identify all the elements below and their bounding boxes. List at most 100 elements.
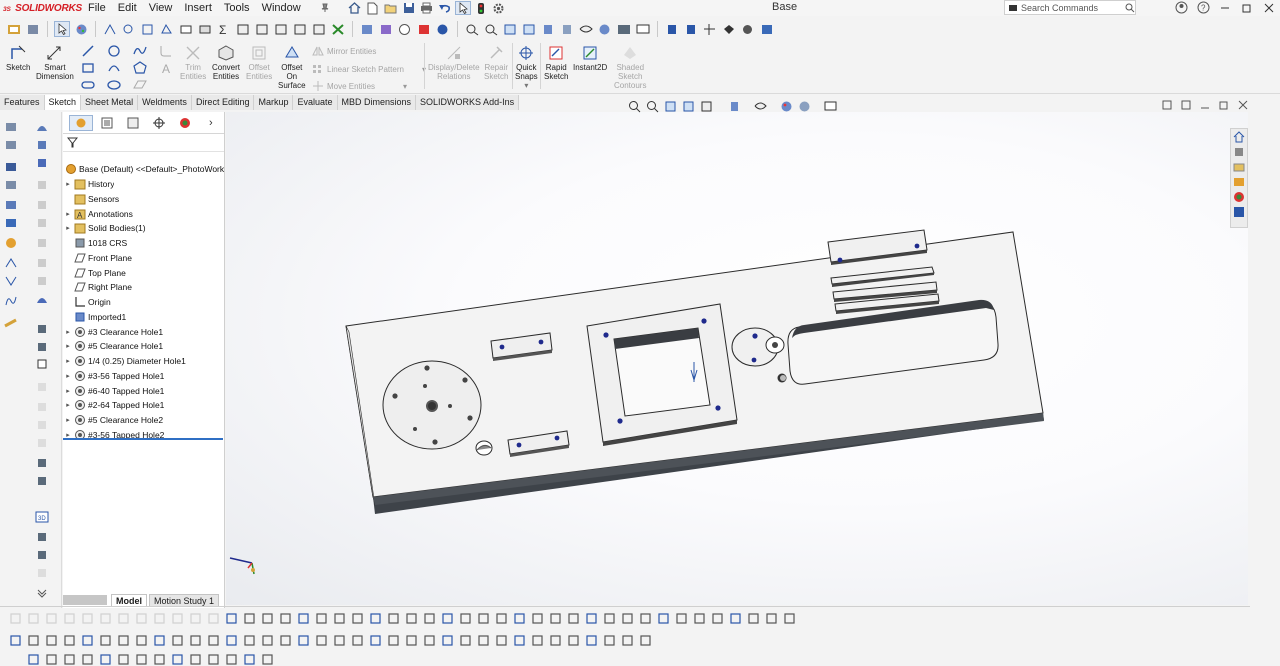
toolbar-icon[interactable] [278,611,293,626]
toolbar-icon[interactable] [235,21,251,37]
toolbar-icon[interactable] [170,652,185,666]
toolbar-icon[interactable] [721,21,737,37]
tool-icon[interactable] [34,474,50,488]
toolbar-icon[interactable] [80,611,95,626]
graphics-area[interactable] [226,112,1248,605]
toolbar-icon[interactable] [170,611,185,626]
edit-appearance-icon[interactable] [778,98,794,114]
toolbar-icon[interactable] [602,633,617,648]
tab-solidworks-add-ins[interactable]: SOLIDWORKS Add-Ins [416,95,520,110]
toolbar-icon[interactable] [188,652,203,666]
section-view-icon[interactable] [521,21,537,37]
toolbar-icon[interactable] [620,611,635,626]
toolbar-icon[interactable] [6,21,22,37]
toolbar-icon[interactable] [26,633,41,648]
linear-sketch-pattern-button[interactable]: Linear Sketch Pattern ▾ [312,64,426,74]
toolbar-icon[interactable] [224,611,239,626]
menu-insert[interactable]: Insert [178,2,218,14]
tree-root[interactable]: Base (Default) <<Default>_PhotoWorks Di [63,162,224,177]
convert-entities-button[interactable]: Convert Entities [212,44,240,81]
toolbar-icon[interactable] [656,611,671,626]
sum-icon[interactable]: Σ [216,21,232,37]
toolbar-icon[interactable] [440,633,455,648]
search-input[interactable]: Search Commands [1021,3,1125,13]
user-icon[interactable] [1170,0,1192,15]
toolbar-icon[interactable] [206,611,221,626]
toolbar-icon[interactable] [188,611,203,626]
toolbar-icon[interactable] [224,652,239,666]
search-commands[interactable]: Search Commands [1004,0,1136,15]
toolbar-icon[interactable] [330,21,346,37]
toolbar-icon[interactable] [746,611,761,626]
toolbar-icon[interactable] [702,21,718,37]
toolbar-icon[interactable] [121,21,137,37]
toolbar-icon[interactable] [242,633,257,648]
menu-view[interactable]: View [143,2,179,14]
toolbar-icon[interactable] [368,633,383,648]
tab-evaluate[interactable]: Evaluate [293,95,338,110]
toolbar-icon[interactable] [350,611,365,626]
toolbar-icon[interactable] [292,21,308,37]
tree-item[interactable]: ▸ A Annotations [63,206,224,221]
tree-item[interactable]: ▸ 1/4 (0.25) Diameter Hole1 [63,354,224,369]
toolbar-icon[interactable] [422,633,437,648]
toolbar-icon[interactable] [764,611,779,626]
tab-markup[interactable]: Markup [254,95,294,110]
toolbar-icon[interactable] [314,611,329,626]
toolbar-icon[interactable] [458,633,473,648]
toolbar-icon[interactable] [188,633,203,648]
tab-sheet-metal[interactable]: Sheet Metal [81,95,139,110]
section-view-icon[interactable] [680,98,696,114]
toolbar-icon[interactable] [314,633,329,648]
view-orientation-icon[interactable] [726,98,742,114]
tool-icon[interactable] [34,548,50,562]
expand-arrow-icon[interactable]: ▸ [63,210,73,218]
smart-dimension-button[interactable]: Smart Dimension [36,44,74,81]
expand-arrow-icon[interactable]: ▸ [63,416,73,424]
mirror-entities-button[interactable]: Mirror Entities [312,46,376,56]
trim-entities-button[interactable]: Trim Entities [180,44,206,81]
spline-icon[interactable] [132,43,148,59]
toolbar-icon[interactable] [458,611,473,626]
menu-edit[interactable]: Edit [112,2,143,14]
toolbar-icon[interactable] [44,652,59,666]
toolbar-icon[interactable] [80,652,95,666]
toolbar-icon[interactable] [512,611,527,626]
sketch-button[interactable]: Sketch [6,44,30,72]
display-style-icon[interactable] [559,21,575,37]
text-icon[interactable]: A [158,60,174,76]
expand-arrow-icon[interactable]: ▸ [63,387,73,395]
toolbar-icon[interactable] [62,652,77,666]
pin-icon[interactable] [317,1,333,15]
tree-item[interactable]: Origin [63,295,224,310]
toolbar-icon[interactable] [494,611,509,626]
tab-motion-study-1[interactable]: Motion Study 1 [149,593,220,607]
toolbar-icon[interactable] [386,611,401,626]
toolbar-icon[interactable] [368,611,383,626]
expand-arrow-icon[interactable]: ▸ [63,357,73,365]
toolbar-icon[interactable] [440,611,455,626]
rollback-bar[interactable] [63,438,223,440]
toolbar-icon[interactable] [116,652,131,666]
toolbar-icon[interactable] [260,611,275,626]
toolbar-icon[interactable] [242,652,257,666]
toolbar-icon[interactable] [134,652,149,666]
toolbar-icon[interactable] [378,21,394,37]
toolbar-icon[interactable] [44,611,59,626]
tree-filter[interactable] [63,134,224,152]
menu-window[interactable]: Window [256,2,307,14]
revolve-icon[interactable] [34,120,50,134]
toolbar-icon[interactable] [548,611,563,626]
viewport-restore-icon[interactable] [1162,100,1172,113]
toolbar-icon[interactable] [404,633,419,648]
tab-model[interactable]: Model [111,593,147,607]
tree-item[interactable]: ▸ #3-56 Tapped Hole1 [63,369,224,384]
toolbar-icon[interactable] [530,633,545,648]
toolbar-icon[interactable] [26,611,41,626]
tree-item[interactable]: ▸ #5 Clearance Hole2 [63,413,224,428]
edit-appearance-icon[interactable] [597,21,613,37]
tab-mbd-dimensions[interactable]: MBD Dimensions [338,95,417,110]
toolbar-icon[interactable] [548,633,563,648]
toolbar-icon[interactable] [332,633,347,648]
tab-sketch[interactable]: Sketch [44,95,82,110]
